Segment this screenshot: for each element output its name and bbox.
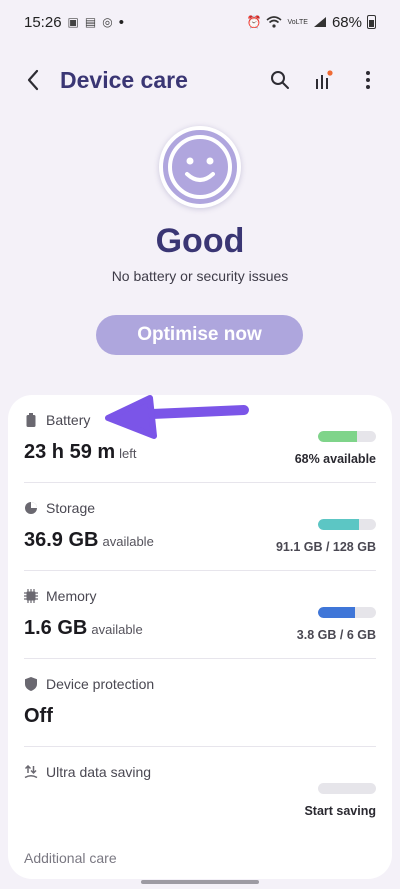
care-card: Battery 23 h 59 m left 68% available Sto… — [8, 395, 392, 879]
memory-progress-bar — [318, 607, 376, 618]
diagnostics-button[interactable] — [312, 68, 336, 92]
memory-chip-icon — [24, 589, 38, 603]
data-saving-icon — [24, 765, 38, 779]
storage-progress-bar — [318, 519, 376, 530]
gallery-notification-icon: ▣ — [67, 15, 79, 29]
battery-row-head: Battery — [24, 412, 90, 428]
battery-status-icon — [367, 15, 376, 29]
volte-label: VoLTE — [287, 18, 308, 26]
battery-available: 68% available — [294, 452, 376, 466]
data-saving-progress-bar — [318, 783, 376, 794]
device-protection-state: Off — [24, 705, 53, 727]
status-title: Good — [155, 222, 245, 260]
storage-amount: 36.9 GB — [24, 529, 99, 551]
search-button[interactable] — [268, 68, 292, 92]
status-bar: 15:26 ▣ ▤ ◎ • ⏰ VoLTE 68% — [0, 0, 400, 44]
ultra-data-saving-label: Ultra data saving — [46, 764, 152, 780]
storage-row-head: Storage — [24, 500, 95, 516]
ultra-data-saving-row-head: Ultra data saving — [24, 764, 151, 780]
more-vertical-icon — [366, 71, 370, 89]
bar-chart-icon — [316, 70, 333, 89]
memory-row-head: Memory — [24, 588, 97, 604]
memory-row[interactable]: Memory 1.6 GB available 3.8 GB / 6 GB — [8, 571, 392, 659]
device-protection-value: Off — [24, 705, 53, 728]
storage-label: Storage — [46, 500, 96, 516]
memory-usage: 3.8 GB / 6 GB — [296, 628, 376, 642]
battery-value: 23 h 59 m left — [24, 441, 137, 464]
status-subtitle: No battery or security issues — [111, 268, 289, 284]
device-protection-label: Device protection — [46, 676, 155, 692]
status-left: 15:26 ▣ ▤ ◎ • — [24, 14, 124, 31]
memory-progress-fill — [318, 607, 355, 618]
memory-value: 1.6 GB available — [24, 617, 143, 640]
memory-amount: 1.6 GB — [24, 617, 88, 639]
storage-progress-fill — [318, 519, 360, 530]
battery-percent: 68% — [331, 13, 362, 31]
battery-row[interactable]: Battery 23 h 59 m left 68% available — [8, 395, 392, 483]
storage-row[interactable]: Storage 36.9 GB available 91.1 GB / 128 … — [8, 483, 392, 571]
storage-pie-icon — [24, 501, 38, 515]
memory-suffix: available — [91, 622, 143, 637]
app-header: Device care — [0, 58, 400, 102]
battery-time: 23 h 59 m — [24, 441, 116, 463]
search-icon — [271, 71, 289, 89]
ultra-data-saving-row[interactable]: Ultra data saving Start saving — [8, 747, 392, 835]
status-face-icon — [159, 126, 241, 208]
storage-value: 36.9 GB available — [24, 529, 154, 552]
battery-suffix: left — [119, 446, 137, 461]
battery-icon — [24, 413, 38, 427]
status-dot: • — [118, 13, 124, 31]
optimise-now-button[interactable]: Optimise now — [96, 315, 303, 355]
start-saving-link[interactable]: Start saving — [304, 804, 376, 818]
header-actions — [268, 68, 380, 92]
news-notification-icon: ▤ — [84, 15, 97, 29]
chevron-left-icon — [27, 69, 39, 91]
signal-icon — [313, 17, 326, 27]
battery-progress-bar — [318, 431, 376, 442]
page-title: Device care — [60, 66, 188, 93]
device-protection-row-head: Device protection — [24, 676, 154, 692]
shield-icon — [24, 677, 38, 691]
battery-progress-fill — [318, 431, 358, 442]
whatsapp-notification-icon: ◎ — [102, 15, 113, 29]
memory-label: Memory — [46, 588, 97, 604]
home-indicator[interactable] — [141, 880, 259, 884]
status-time: 15:26 — [24, 13, 62, 31]
storage-usage: 91.1 GB / 128 GB — [275, 540, 376, 554]
battery-label: Battery — [46, 412, 91, 428]
more-options-button[interactable] — [356, 68, 380, 92]
wifi-icon — [266, 16, 282, 28]
status-right: ⏰ VoLTE 68% — [247, 14, 376, 31]
device-protection-row[interactable]: Device protection Off — [8, 659, 392, 747]
back-button[interactable] — [20, 67, 46, 93]
additional-care-heading: Additional care — [24, 850, 117, 866]
storage-suffix: available — [102, 534, 154, 549]
alarm-icon: ⏰ — [246, 15, 262, 29]
